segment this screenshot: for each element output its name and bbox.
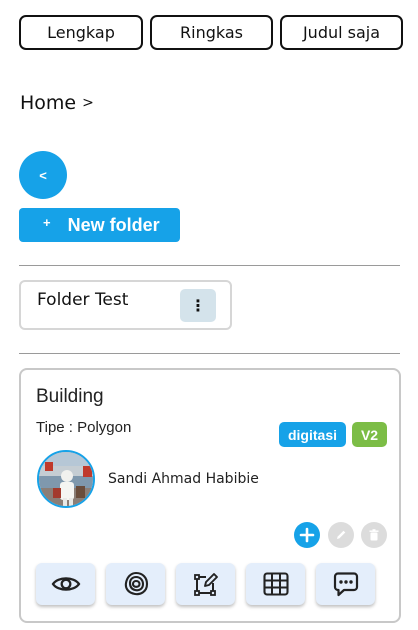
divider xyxy=(19,265,400,266)
folder-card[interactable]: Folder Test ⋮ xyxy=(19,280,232,330)
back-button-label: < xyxy=(39,167,47,183)
breadcrumb: Home > xyxy=(20,92,94,114)
breadcrumb-separator: > xyxy=(82,95,94,111)
layer-action-bar xyxy=(36,563,375,605)
avatar-photo xyxy=(39,452,93,506)
attribute-table-button[interactable] xyxy=(246,563,305,605)
eye-icon xyxy=(51,577,80,591)
comments-button[interactable] xyxy=(316,563,375,605)
folder-menu-button[interactable]: ⋮ xyxy=(180,289,216,322)
delete-icon xyxy=(369,529,379,541)
layers-icon xyxy=(124,571,148,596)
view-mode-compact-button[interactable]: Ringkas xyxy=(150,15,273,50)
view-mode-full-button[interactable]: Lengkap xyxy=(19,15,143,50)
more-vertical-icon: ⋮ xyxy=(190,297,206,315)
add-button[interactable] xyxy=(294,522,320,548)
avatar xyxy=(37,450,95,508)
edit-polygon-icon xyxy=(193,573,218,596)
new-folder-button[interactable]: + New folder xyxy=(19,208,180,242)
divider xyxy=(19,353,400,354)
view-mode-switch: Lengkap Ringkas Judul saja xyxy=(19,15,403,50)
view-layer-button[interactable] xyxy=(36,563,95,605)
layer-title: Building xyxy=(36,386,104,407)
view-mode-title-only-button[interactable]: Judul saja xyxy=(280,15,403,50)
layer-style-button[interactable] xyxy=(106,563,165,605)
owner-name: Sandi Ahmad Habibie xyxy=(108,471,259,487)
new-folder-label: New folder xyxy=(67,214,160,235)
chat-icon xyxy=(333,572,358,597)
folder-name: Folder Test xyxy=(37,290,129,310)
badge-digitasi: digitasi xyxy=(279,422,346,447)
delete-button[interactable] xyxy=(361,522,387,548)
edit-icon xyxy=(337,530,346,539)
edit-geometry-button[interactable] xyxy=(176,563,235,605)
edit-button[interactable] xyxy=(328,522,354,548)
plus-icon: + xyxy=(43,214,51,230)
add-icon xyxy=(299,527,315,543)
layer-card: Building Tipe : Polygon digitasi V2 Sand… xyxy=(19,368,401,623)
table-icon xyxy=(262,572,289,596)
badge-version: V2 xyxy=(352,422,387,447)
breadcrumb-home[interactable]: Home xyxy=(20,92,76,114)
back-button[interactable]: < xyxy=(19,151,67,199)
layer-type: Tipe : Polygon xyxy=(36,419,132,436)
